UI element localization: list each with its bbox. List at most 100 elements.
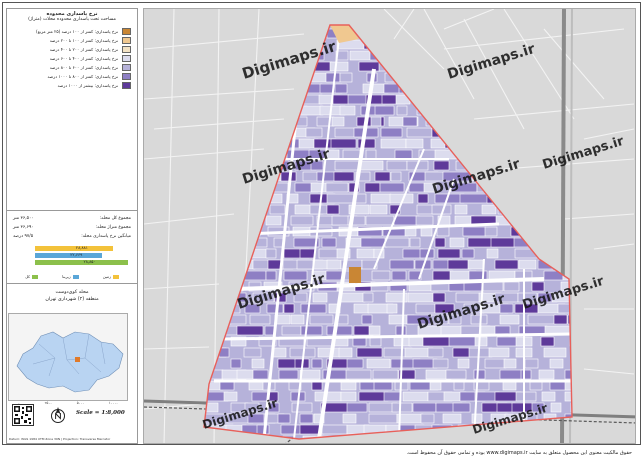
parcel: [432, 292, 446, 303]
parcel: [219, 204, 246, 215]
neighborhood-name: محله کوی‌دوست: [55, 290, 89, 295]
parcel: [445, 127, 472, 138]
parcel: [573, 348, 596, 357]
parcel: [528, 138, 555, 149]
parcel: [204, 171, 234, 182]
parcel: [368, 325, 381, 336]
parcel: [256, 424, 270, 435]
legend-swatch: [122, 55, 131, 62]
parcel: [487, 138, 514, 149]
parcel: [333, 171, 355, 182]
parcel: [222, 138, 244, 149]
parcel: [353, 303, 370, 314]
parcel: [515, 193, 535, 204]
inset-locator-map: [8, 313, 128, 401]
parcel: [393, 215, 420, 226]
stats-value: ۳۶,۶۹۰ متر: [13, 225, 34, 230]
parcel: [407, 292, 435, 303]
parcel: [499, 314, 520, 325]
parcel: [422, 336, 452, 347]
parcel: [244, 204, 263, 215]
stats-row: مجموع متراژ محله: ۳۶,۶۹۰ متر: [13, 223, 131, 232]
legend-swatch: [122, 73, 131, 80]
parcel: [244, 435, 275, 439]
parcel: [460, 127, 481, 138]
parcel: [497, 204, 514, 215]
legend-class-label: نرخ پاسداری: کمتر از ۲۰۰ تا ۴۰۰ درصد: [49, 47, 118, 52]
legend-divider: [7, 283, 137, 284]
parcel: [251, 358, 265, 369]
parcel: [204, 248, 217, 259]
stats-table: مجموع کل محله: ۳۶,۵۰۰ متر مجموع متراژ محله…: [7, 214, 137, 241]
parcel: [204, 204, 217, 215]
parcel: [229, 435, 251, 439]
parcel: [481, 204, 497, 215]
parcel: [204, 226, 218, 237]
tehran-overview-map: [16, 331, 124, 393]
parcel: [490, 28, 503, 39]
parcel: [409, 237, 421, 248]
parcel: [485, 116, 515, 127]
parcel: [557, 303, 571, 314]
parcel: [358, 391, 389, 402]
copyright-footer: حقوق مالکیت معنوی این محصول متعلق به سای…: [406, 450, 632, 456]
parcel: [218, 94, 231, 105]
parcel: [243, 215, 257, 226]
parcel: [270, 83, 284, 94]
parcel: [380, 127, 403, 138]
parcel: [249, 105, 270, 116]
parcel: [516, 182, 530, 193]
parcel: [316, 116, 335, 127]
parcel: [414, 94, 427, 105]
parcel: [204, 303, 225, 314]
bar-legend-label: زیربنا: [62, 274, 71, 279]
parcel: [449, 237, 465, 248]
parcel: [564, 369, 572, 380]
parcel: [448, 336, 479, 347]
parcel: [488, 347, 510, 358]
parcel: [389, 259, 415, 270]
parcel: [230, 358, 242, 369]
parcel: [552, 193, 572, 204]
parcel: [438, 28, 469, 39]
parcel: [374, 105, 395, 116]
bar-value-label: ۲۲,۶۶۹: [70, 252, 83, 257]
parcel: [467, 259, 484, 270]
parcel: [390, 171, 402, 182]
parcel: [356, 347, 383, 358]
parcel: [368, 413, 398, 424]
parcel: [527, 116, 541, 127]
parcel: [374, 171, 391, 182]
parcel: [570, 402, 572, 413]
parcel: [204, 160, 233, 171]
bar-legend-label: زمین: [102, 274, 111, 279]
parcel: [226, 72, 239, 83]
parcel: [325, 182, 349, 193]
inset-scale-tick: ۱۰۰۰۰: [108, 401, 118, 405]
parcel: [252, 369, 269, 380]
stats-label: مجموع کل محله:: [99, 216, 131, 221]
parcel: [479, 94, 493, 105]
parcel: [452, 402, 471, 413]
parcel: [238, 94, 263, 105]
parcel: [263, 116, 279, 127]
parcel: [494, 259, 519, 270]
legend-class-label: نرخ پاسداری: کمتر از ۱۰۰ تا ۲۰۰ درصد: [49, 38, 118, 43]
parcel: [476, 149, 499, 160]
parcel: [427, 347, 444, 358]
parcel: [549, 358, 564, 369]
legend-swatch: [122, 28, 131, 35]
parcel: [275, 39, 296, 50]
parcel: [231, 259, 256, 270]
parcel: [540, 94, 561, 105]
parcel: [204, 237, 224, 248]
parcel: [415, 83, 431, 94]
parcel: [309, 314, 334, 325]
parcel: [342, 413, 357, 424]
parcel: [243, 149, 255, 160]
parcel: [300, 325, 323, 336]
parcel: [261, 435, 273, 439]
legend-header: نرخ یاسداری محدوده مساحت تحت یاسداری محد…: [7, 9, 137, 24]
parcel: [370, 116, 382, 127]
parcel: [535, 182, 547, 193]
